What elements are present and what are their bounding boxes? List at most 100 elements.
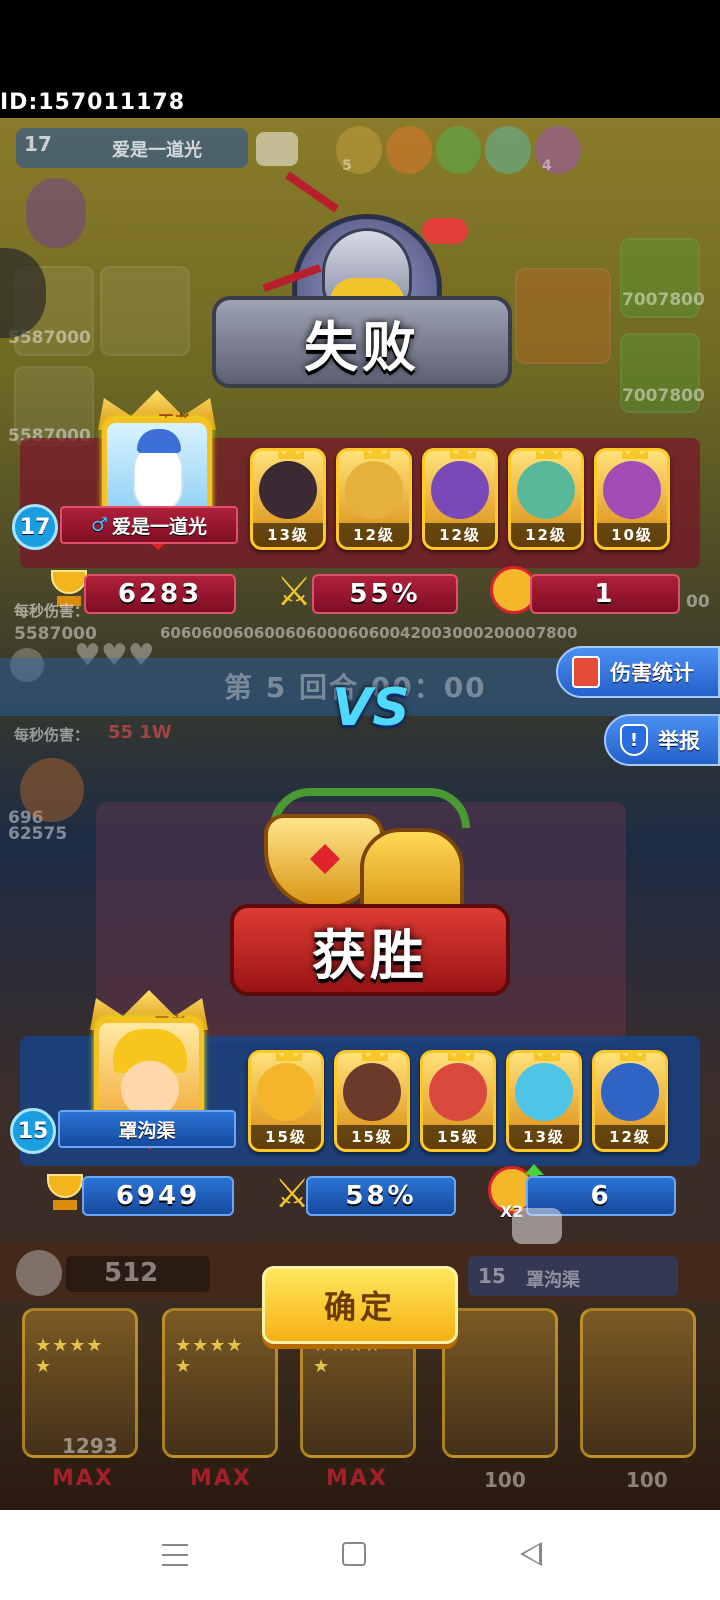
defeat-hero-card-1[interactable]: 13级 bbox=[250, 448, 326, 550]
crown-icon bbox=[622, 451, 648, 459]
bg-tile-value: 7007800 bbox=[622, 386, 705, 406]
victory-hero-card-4[interactable]: 13级 bbox=[506, 1050, 582, 1152]
report-label: 举报 bbox=[658, 729, 700, 753]
lineup-card[interactable] bbox=[442, 1308, 558, 1458]
defeat-hero-card-4[interactable]: 12级 bbox=[508, 448, 584, 550]
bg-chat-icon bbox=[512, 1208, 562, 1244]
hero-level: 15级 bbox=[337, 1125, 407, 1149]
defeat-level-badge: 17 bbox=[12, 504, 58, 550]
document-list-icon bbox=[572, 656, 600, 688]
crown-icon bbox=[620, 1053, 646, 1061]
defeat-emblem: 失败 bbox=[212, 171, 512, 418]
victory-player-name-bar: 罩沟渠 bbox=[58, 1110, 236, 1148]
defeat-player-level: 17 bbox=[12, 504, 58, 550]
bg-player-name: 爱是一道光 bbox=[112, 140, 202, 161]
victory-win-rate-value: 58% bbox=[345, 1181, 417, 1211]
shield-alert-icon: ! bbox=[620, 724, 648, 756]
bg-crown-coin-icon bbox=[16, 1250, 62, 1296]
crown-icon bbox=[450, 451, 476, 459]
crown-icon bbox=[362, 1053, 388, 1061]
menu-icon[interactable] bbox=[162, 1544, 188, 1566]
hero-portrait bbox=[345, 461, 403, 519]
bg-tile bbox=[515, 268, 611, 364]
bg-hero-star-1: 5 bbox=[342, 158, 352, 174]
hero-portrait bbox=[431, 461, 489, 519]
victory-hero-card-3[interactable]: 15级 bbox=[420, 1050, 496, 1152]
victory-level-badge: 15 bbox=[10, 1108, 56, 1154]
home-square-icon[interactable] bbox=[342, 1542, 366, 1566]
hero-face-icon bbox=[121, 1061, 179, 1117]
bg-player-level: 15 bbox=[478, 1264, 506, 1288]
victory-player-level: 15 bbox=[10, 1108, 56, 1154]
max-tag: MAX bbox=[52, 1466, 114, 1491]
victory-emblem: 获胜 bbox=[230, 788, 510, 1008]
defeat-hero-row: 13级 12级 12级 12级 10级 bbox=[250, 448, 680, 560]
game-screen: 17 爱是一道光 5 4 5587000 5587000 7007800 700… bbox=[0, 118, 720, 1510]
crown-icon bbox=[276, 1053, 302, 1061]
bg-dps-label: 每秒伤害： bbox=[14, 602, 90, 620]
crown-icon bbox=[534, 1053, 560, 1061]
victory-hero-card-2[interactable]: 15级 bbox=[334, 1050, 410, 1152]
versus-label: VS bbox=[332, 678, 410, 738]
male-icon: ♂ bbox=[90, 514, 109, 536]
lineup-card[interactable] bbox=[580, 1308, 696, 1458]
system-nav-bar bbox=[0, 1510, 720, 1600]
star-row: ★★★★ ★ bbox=[35, 1335, 104, 1377]
hero-portrait bbox=[601, 1063, 659, 1121]
victory-title: 获胜 bbox=[312, 923, 428, 987]
damage-stats-label: 伤害统计 bbox=[610, 661, 694, 685]
hero-level: 12级 bbox=[595, 1125, 665, 1149]
crown-icon bbox=[536, 451, 562, 459]
bg-bottom-dps-label: 每秒伤害： bbox=[14, 726, 90, 744]
confirm-button[interactable]: 确定 bbox=[262, 1266, 458, 1344]
hero-portrait bbox=[515, 1063, 573, 1121]
hero-level: 13级 bbox=[509, 1125, 579, 1149]
defeat-hero-card-2[interactable]: 12级 bbox=[336, 448, 412, 550]
max-tag: MAX bbox=[190, 1466, 252, 1491]
bg-level-badge: 17 bbox=[24, 132, 52, 156]
bg-damage-row: 6060600606006060006060042003000200007800 bbox=[160, 624, 578, 642]
bg-enemy-figure bbox=[26, 178, 86, 248]
victory-win-rate-stat: 58% bbox=[306, 1176, 456, 1216]
star-row: ★★★★ ★ bbox=[175, 1335, 244, 1377]
hero-portrait bbox=[517, 461, 575, 519]
hero-portrait bbox=[429, 1063, 487, 1121]
defeat-trophy-value: 6283 bbox=[117, 579, 203, 609]
defeat-win-rate-stat: 55% bbox=[312, 574, 458, 614]
bg-bottom-left-value2: 62575 bbox=[8, 824, 68, 844]
victory-fist-value: 6 bbox=[590, 1181, 612, 1211]
damage-stats-button[interactable]: 伤害统计 bbox=[556, 646, 720, 698]
defeat-player-name: 爱是一道光 bbox=[112, 515, 208, 538]
victory-trophy-stat: 6949 bbox=[82, 1176, 234, 1216]
snowman-hat bbox=[137, 429, 181, 453]
defeat-trophy-stat: 6283 bbox=[84, 574, 236, 614]
defeat-hero-card-5[interactable]: 10级 bbox=[594, 448, 670, 550]
bg-top-player-bar: 17 爱是一道光 bbox=[16, 128, 248, 168]
user-id-label: ID:157011178 bbox=[0, 90, 186, 115]
back-triangle-icon[interactable] bbox=[520, 1542, 542, 1566]
bg-cost-value: 100 bbox=[484, 1468, 526, 1492]
bg-tile-value: 7007800 bbox=[622, 290, 705, 310]
bg-bottom-dps-value: 55 1W bbox=[108, 722, 172, 743]
crown-icon bbox=[278, 451, 304, 459]
victory-ribbon: 获胜 bbox=[230, 904, 510, 996]
lineup-card[interactable]: ★★★★ ★ bbox=[162, 1308, 278, 1458]
hero-portrait bbox=[343, 1063, 401, 1121]
victory-hero-card-1[interactable]: 15级 bbox=[248, 1050, 324, 1152]
hero-level: 15级 bbox=[423, 1125, 493, 1149]
bg-right-value: 00 bbox=[686, 592, 710, 612]
defeat-hero-card-3[interactable]: 12级 bbox=[422, 448, 498, 550]
hero-level: 12级 bbox=[425, 523, 495, 547]
defeat-fist-value: 1 bbox=[594, 579, 616, 609]
defeat-ribbon: 失败 bbox=[212, 296, 512, 388]
hero-level: 15级 bbox=[251, 1125, 321, 1149]
bg-block-icon bbox=[256, 132, 298, 166]
victory-hero-card-5[interactable]: 12级 bbox=[592, 1050, 668, 1152]
defeat-win-rate-value: 55% bbox=[349, 579, 421, 609]
hero-level: 12级 bbox=[339, 523, 409, 547]
victory-trophy-value: 6949 bbox=[115, 1181, 201, 1211]
max-tag: MAX bbox=[326, 1466, 388, 1491]
hero-portrait bbox=[603, 461, 661, 519]
report-button[interactable]: ! 举报 bbox=[604, 714, 720, 766]
bg-tile bbox=[100, 266, 190, 356]
